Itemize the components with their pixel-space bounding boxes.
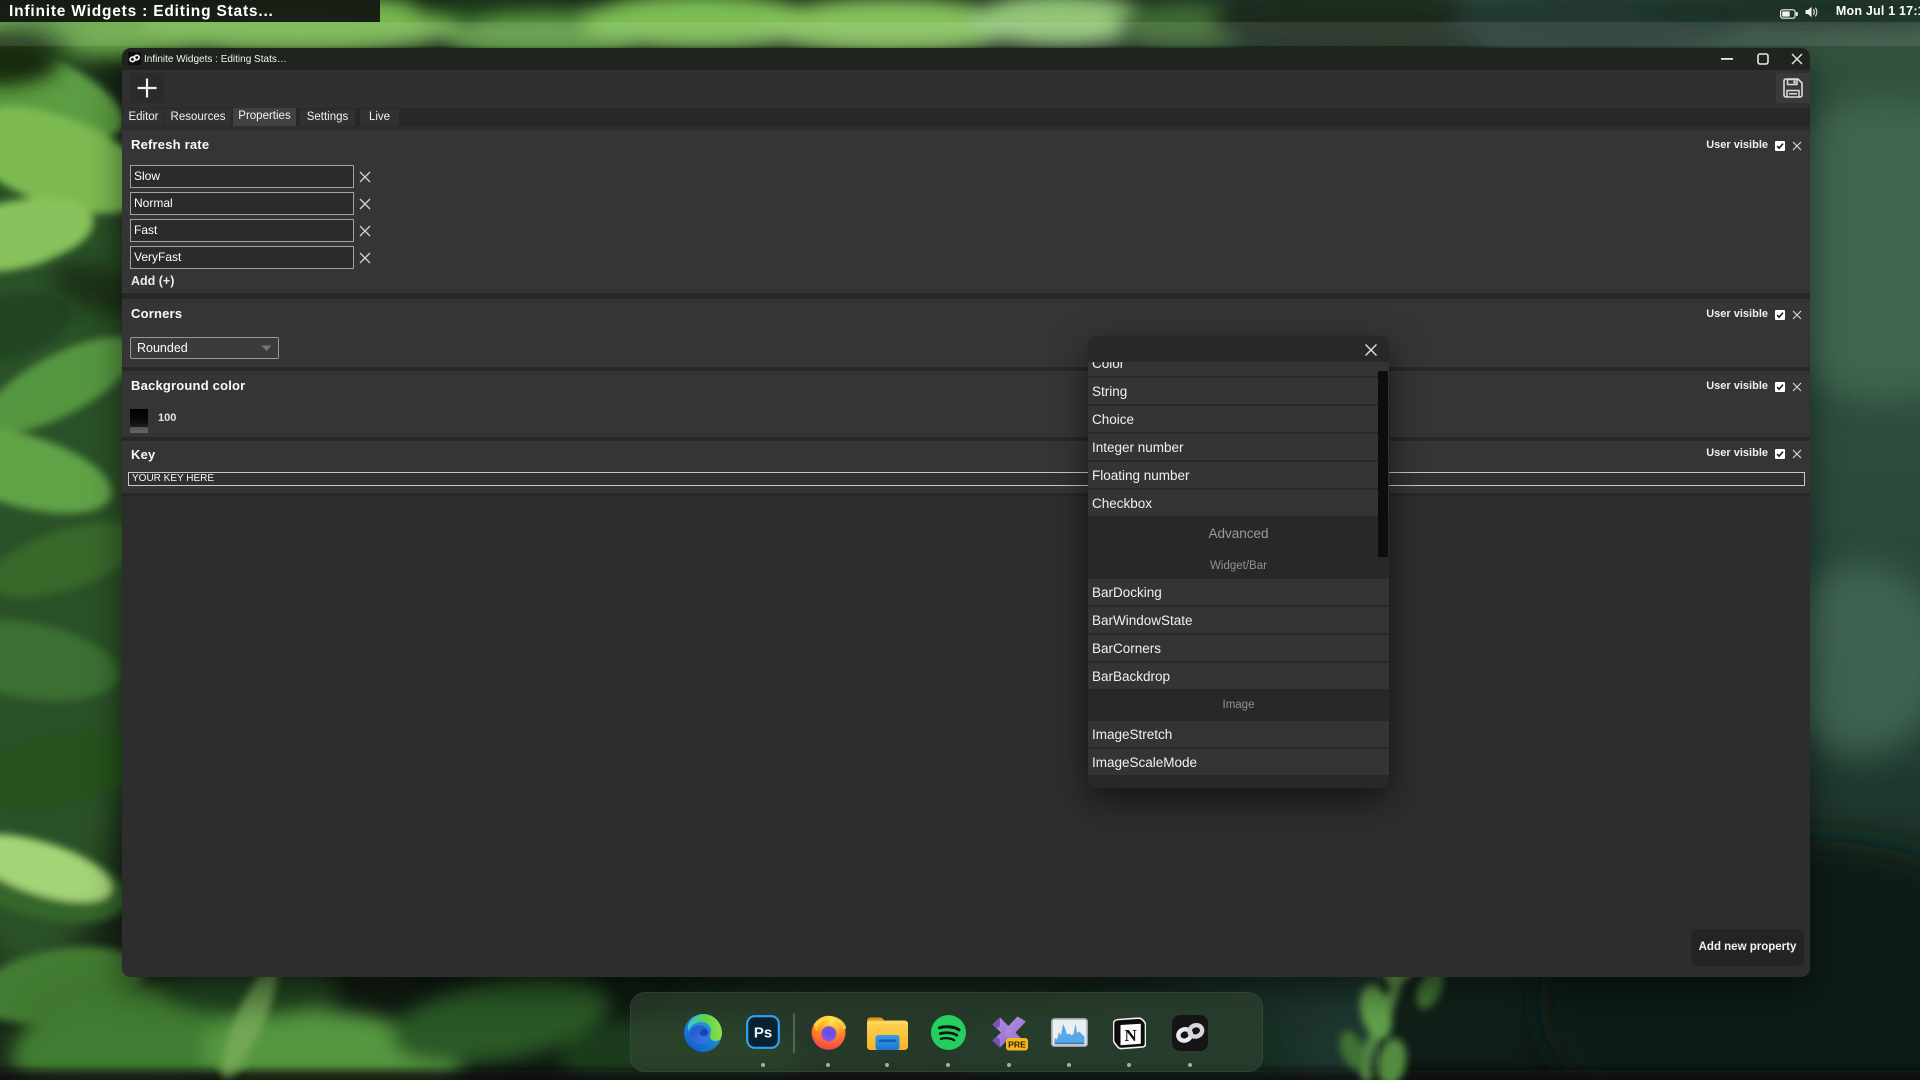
svg-text:N: N — [1124, 1026, 1137, 1045]
svg-text:Ps: Ps — [754, 1025, 772, 1042]
svg-text:PRE: PRE — [1008, 1040, 1026, 1050]
